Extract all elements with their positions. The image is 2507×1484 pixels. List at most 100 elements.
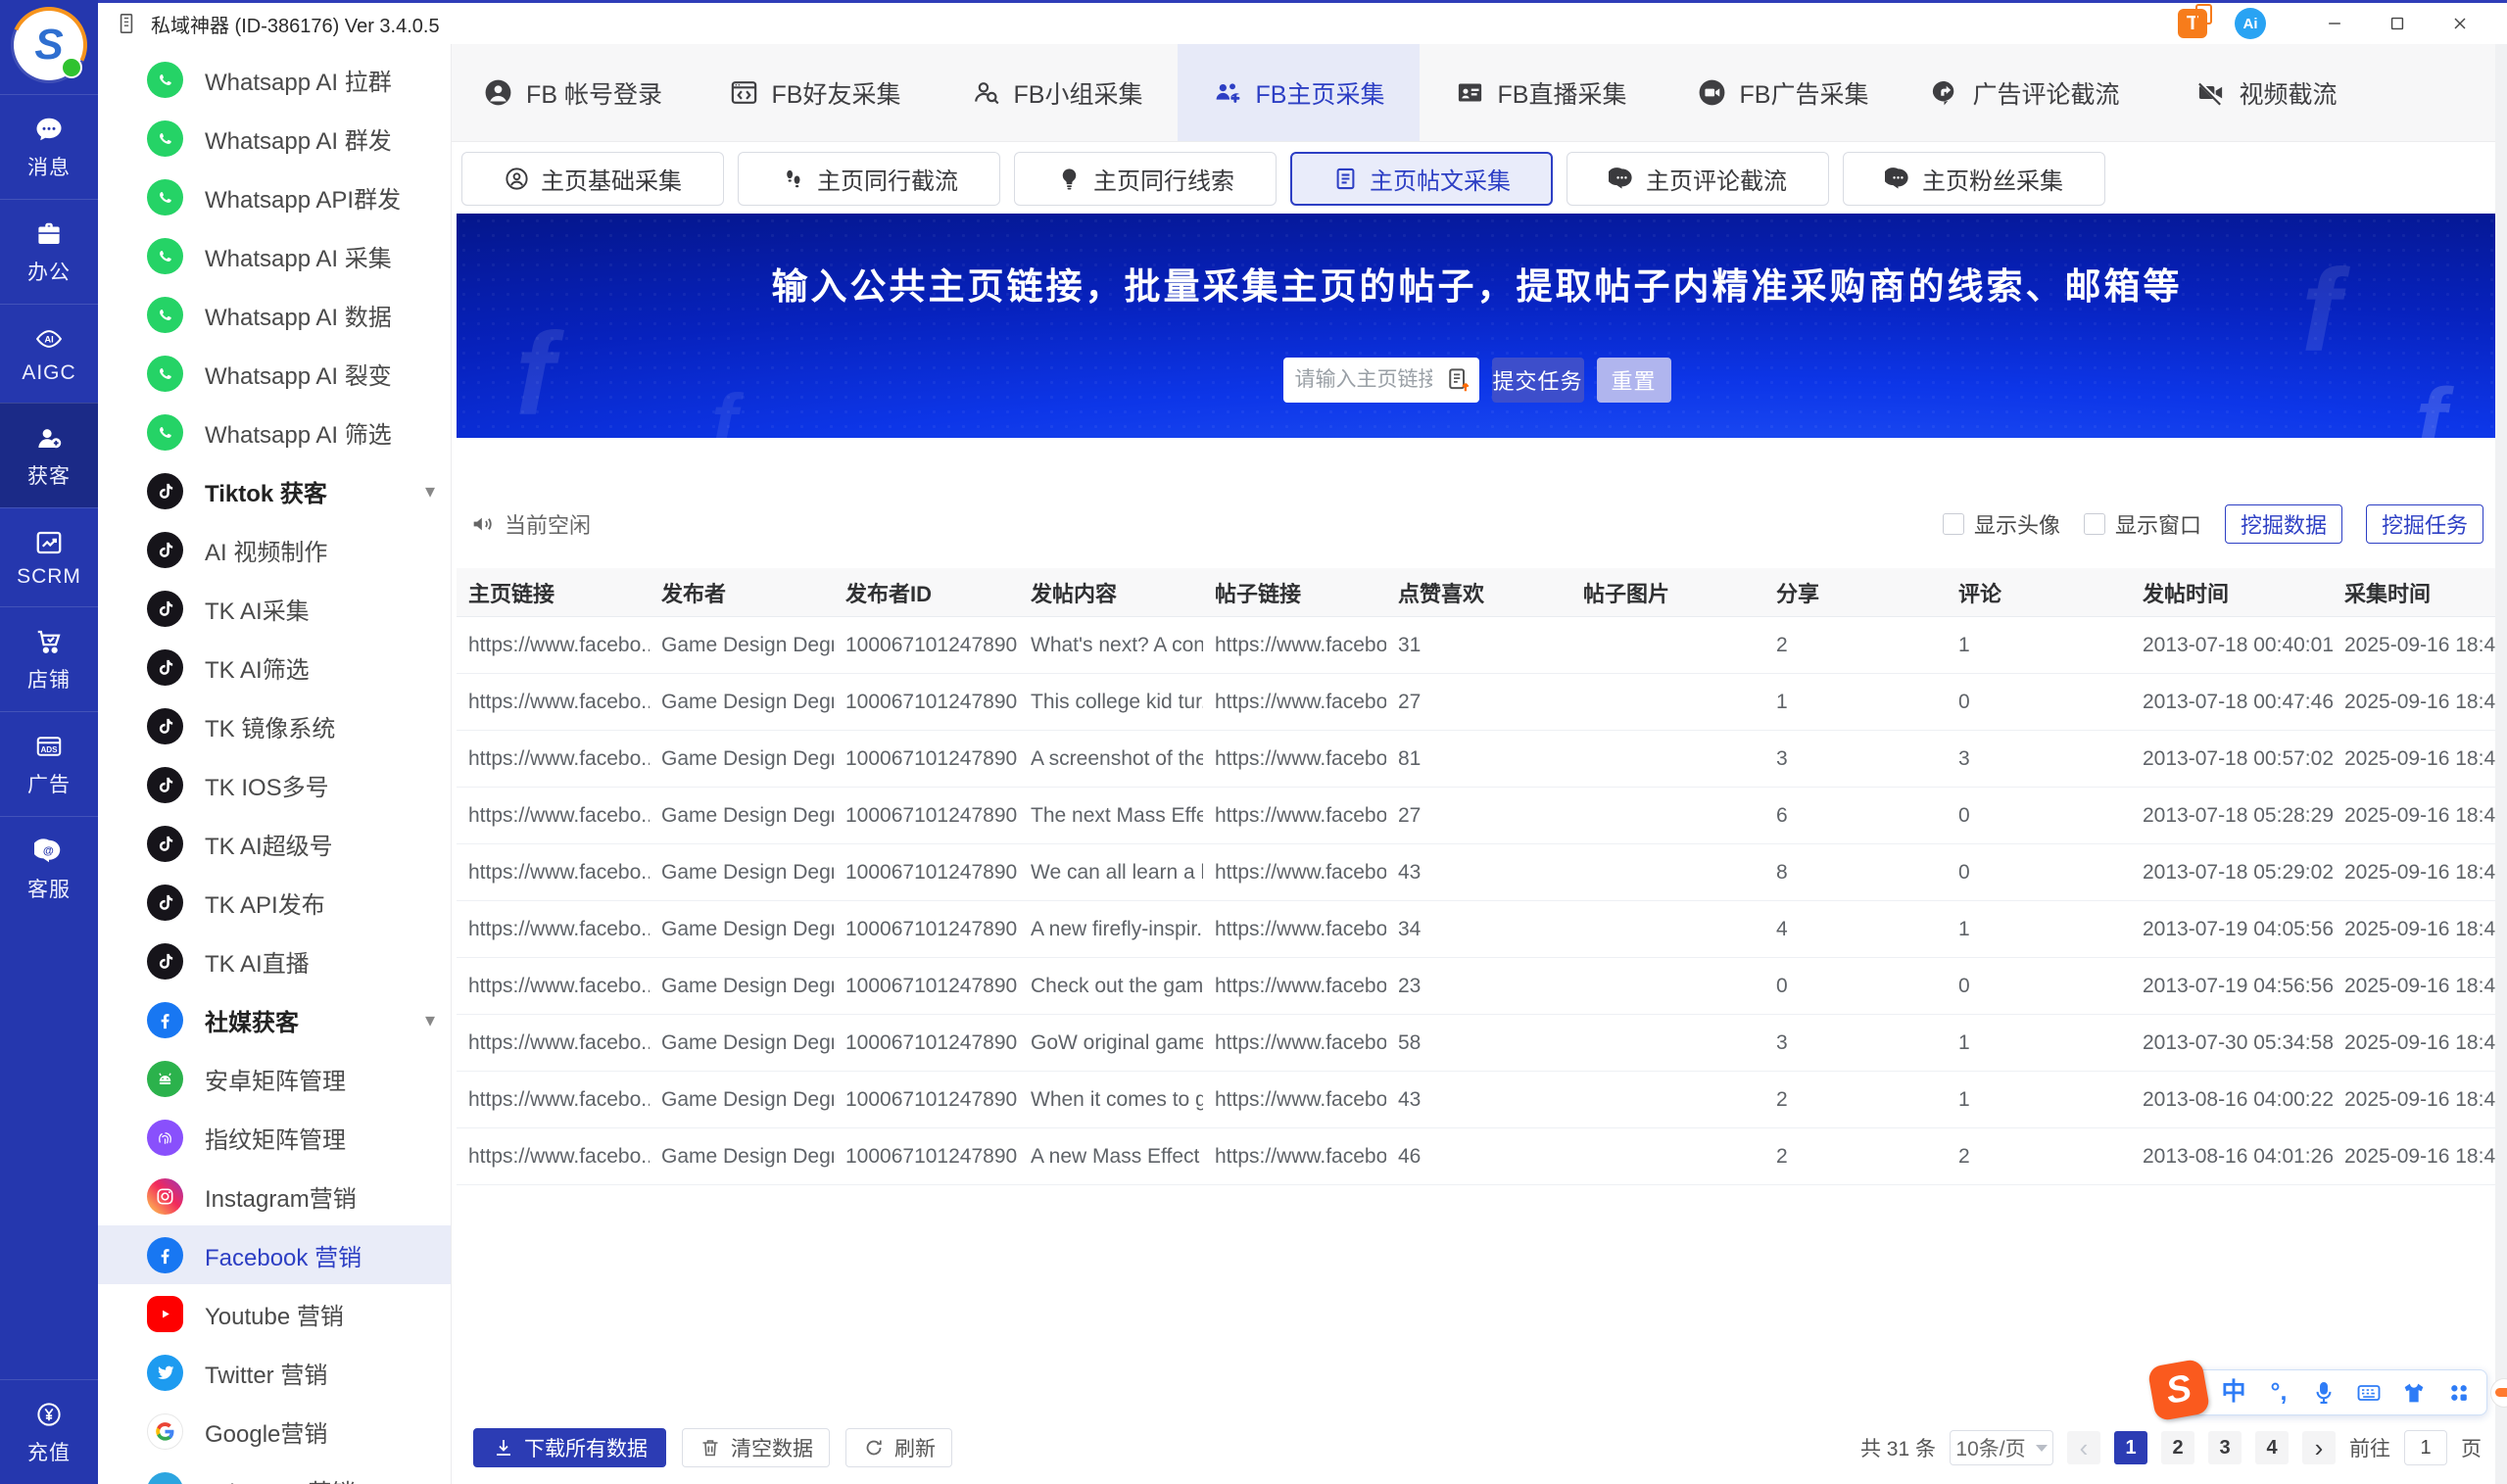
tab[interactable]: FB小组采集 bbox=[936, 44, 1178, 141]
sidebar-item[interactable]: Whatsapp AI 数据 ▾ bbox=[98, 285, 451, 344]
checkbox-box[interactable] bbox=[2083, 512, 2105, 535]
sidebar-item[interactable]: Whatsapp AI 筛选 ▾ bbox=[98, 403, 451, 461]
sidebar-item[interactable]: TK AI超级号 ▾ bbox=[98, 814, 451, 873]
table-row[interactable]: https://www.facebo... Game Design Degr..… bbox=[457, 617, 2495, 674]
download-all-button[interactable]: 下载所有数据 bbox=[473, 1428, 666, 1467]
sidebar-item[interactable]: TK IOS多号 ▾ bbox=[98, 755, 451, 814]
table-row[interactable]: https://www.facebo... Game Design Degr..… bbox=[457, 674, 2495, 731]
import-links-icon[interactable] bbox=[1444, 365, 1473, 395]
toolbox-icon[interactable] bbox=[2445, 1379, 2473, 1407]
sidebar-item[interactable]: Facebook 营销 ▾ bbox=[98, 1225, 451, 1284]
ai-chat-tray-icon[interactable]: Ai bbox=[2230, 8, 2266, 41]
page-button[interactable]: 1 bbox=[2114, 1431, 2147, 1464]
punctuation-icon[interactable]: °, bbox=[2265, 1379, 2292, 1407]
sidebar-item[interactable]: Whatsapp AI 群发 ▾ bbox=[98, 109, 451, 168]
tab[interactable]: FB主页采集 bbox=[1178, 44, 1420, 141]
table-row[interactable]: https://www.facebo... Game Design Degr..… bbox=[457, 1015, 2495, 1072]
table-row[interactable]: https://www.facebo... Game Design Degr..… bbox=[457, 958, 2495, 1015]
table-row[interactable]: https://www.facebo... Game Design Degr..… bbox=[457, 1072, 2495, 1128]
subtab[interactable]: 主页同行截流 bbox=[738, 152, 1000, 206]
show-avatar-checkbox[interactable]: 显示头像 bbox=[1942, 508, 2060, 540]
reset-button[interactable]: 重置 bbox=[1596, 358, 1671, 403]
sidebar-item[interactable]: 指纹矩阵管理 ▾ bbox=[98, 1108, 451, 1167]
table-row[interactable]: https://www.facebo... Game Design Degr..… bbox=[457, 1128, 2495, 1185]
column-header[interactable]: 发帖内容 bbox=[1019, 577, 1203, 608]
scrollbar-track[interactable] bbox=[2495, 44, 2507, 1484]
mascot-icon[interactable] bbox=[2490, 1377, 2507, 1408]
page-button[interactable]: 2 bbox=[2161, 1431, 2194, 1464]
skin-icon[interactable] bbox=[2400, 1379, 2428, 1407]
sidebar-item[interactable]: Instagram营销 ▾ bbox=[98, 1167, 451, 1225]
table-row[interactable]: https://www.facebo... Game Design Degr..… bbox=[457, 788, 2495, 844]
keyboard-icon[interactable] bbox=[2355, 1379, 2383, 1407]
subtab[interactable]: 主页基础采集 bbox=[461, 152, 724, 206]
sidebar-item[interactable]: AI 视频制作 ▾ bbox=[98, 520, 451, 579]
subtab[interactable]: 主页帖文采集 bbox=[1290, 152, 1553, 206]
column-header[interactable]: 帖子链接 bbox=[1203, 577, 1386, 608]
translate-tray-icon[interactable]: T bbox=[2178, 4, 2212, 38]
sidebar-item[interactable]: Whatsapp AI 拉群 ▾ bbox=[98, 50, 451, 109]
sidebar-item[interactable]: TK AI直播 ▾ bbox=[98, 932, 451, 990]
sidebar-item[interactable]: TK 镜像系统 ▾ bbox=[98, 696, 451, 755]
page-button[interactable]: 4 bbox=[2255, 1431, 2289, 1464]
sidebar-item[interactable]: Whatsapp API群发 ▾ bbox=[98, 168, 451, 226]
rail-item[interactable]: 办公 bbox=[0, 199, 98, 304]
minimize-button[interactable] bbox=[2303, 4, 2366, 43]
sidebar-item[interactable]: Twitter 营销 ▾ bbox=[98, 1343, 451, 1402]
subtab[interactable]: 主页粉丝采集 bbox=[1843, 152, 2105, 206]
subtab[interactable]: 主页同行线索 bbox=[1014, 152, 1277, 206]
tab[interactable]: FB好友采集 bbox=[694, 44, 936, 141]
rail-item[interactable]: SCRM bbox=[0, 507, 98, 606]
column-header[interactable]: 点赞喜欢 bbox=[1386, 577, 1571, 608]
column-header[interactable]: 发布者 bbox=[650, 577, 834, 608]
rail-item[interactable]: @ 客服 bbox=[0, 816, 98, 921]
clear-data-button[interactable]: 清空数据 bbox=[682, 1428, 830, 1467]
table-row[interactable]: https://www.facebo... Game Design Degr..… bbox=[457, 844, 2495, 901]
sidebar-item[interactable]: Whatsapp AI 裂变 ▾ bbox=[98, 344, 451, 403]
rail-item[interactable]: 获客 bbox=[0, 403, 98, 507]
rail-item[interactable]: AI AIGC bbox=[0, 304, 98, 403]
column-header[interactable]: 分享 bbox=[1764, 577, 1947, 608]
sidebar-item[interactable]: TK AI筛选 ▾ bbox=[98, 638, 451, 696]
sidebar-item[interactable]: TK API发布 ▾ bbox=[98, 873, 451, 932]
sidebar-item[interactable]: TK AI采集 ▾ bbox=[98, 579, 451, 638]
sidebar-item[interactable]: 安卓矩阵管理 ▾ bbox=[98, 1049, 451, 1108]
sogou-logo[interactable]: S bbox=[2146, 1358, 2211, 1422]
sidebar-item[interactable]: Tiktok 获客 ▾ bbox=[98, 461, 451, 520]
column-header[interactable]: 帖子图片 bbox=[1571, 577, 1764, 608]
submit-task-button[interactable]: 提交任务 bbox=[1491, 358, 1584, 403]
tab[interactable]: 广告评论截流 bbox=[1904, 44, 2145, 141]
sidebar-item[interactable]: Telegram 营销 ▾ bbox=[98, 1460, 451, 1484]
rail-item[interactable]: 店铺 bbox=[0, 606, 98, 711]
microphone-icon[interactable] bbox=[2310, 1379, 2338, 1407]
tab[interactable]: FB广告采集 bbox=[1662, 44, 1904, 141]
prev-page-button[interactable]: ‹ bbox=[2067, 1431, 2100, 1464]
tab[interactable]: 视频截流 bbox=[2145, 44, 2387, 141]
next-page-button[interactable]: › bbox=[2302, 1431, 2336, 1464]
mine-task-button[interactable]: 挖掘任务 bbox=[2365, 503, 2483, 544]
rail-item[interactable]: ADS 广告 bbox=[0, 711, 98, 816]
table-row[interactable]: https://www.facebo... Game Design Degr..… bbox=[457, 901, 2495, 958]
sidebar-item[interactable]: 社媒获客 ▾ bbox=[98, 990, 451, 1049]
page-link-input[interactable] bbox=[1294, 368, 1432, 392]
sidebar-item[interactable]: Youtube 营销 ▾ bbox=[98, 1284, 451, 1343]
subtab[interactable]: 主页评论截流 bbox=[1567, 152, 1829, 206]
column-header[interactable]: 主页链接 bbox=[457, 577, 650, 608]
maximize-button[interactable] bbox=[2366, 4, 2429, 43]
goto-page-input[interactable] bbox=[2404, 1430, 2447, 1465]
table-row[interactable]: https://www.facebo... Game Design Degr..… bbox=[457, 731, 2495, 788]
column-header[interactable]: 评论 bbox=[1947, 577, 2131, 608]
sidebar-item[interactable]: Google营销 ▾ bbox=[98, 1402, 451, 1460]
sidebar-item[interactable]: Whatsapp AI 采集 ▾ bbox=[98, 226, 451, 285]
show-window-checkbox[interactable]: 显示窗口 bbox=[2083, 508, 2201, 540]
tab[interactable]: FB 帐号登录 bbox=[452, 44, 694, 141]
chinese-mode-icon[interactable]: 中 bbox=[2220, 1379, 2247, 1407]
mine-data-button[interactable]: 挖掘数据 bbox=[2224, 503, 2342, 544]
column-header[interactable]: 发布者ID bbox=[834, 577, 1019, 608]
column-header[interactable]: 发帖时间 bbox=[2131, 577, 2333, 608]
tab[interactable]: FB直播采集 bbox=[1420, 44, 1662, 141]
page-size-select[interactable]: 10条/页 bbox=[1950, 1430, 2053, 1465]
column-header[interactable]: 采集时间 bbox=[2333, 577, 2495, 608]
checkbox-box[interactable] bbox=[1942, 512, 1964, 535]
rail-item-recharge[interactable]: 充值 bbox=[0, 1379, 98, 1484]
